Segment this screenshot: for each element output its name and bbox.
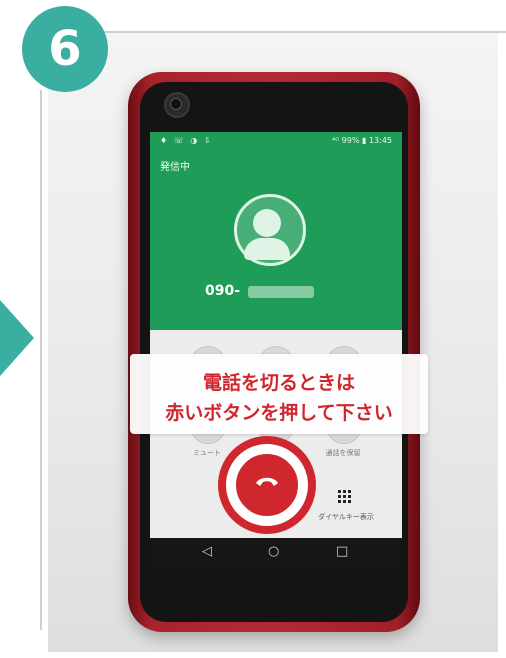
- frame-left-line: [40, 90, 42, 630]
- hold-label: 通話を保留: [325, 449, 361, 457]
- keypad-label: ダイヤルキー表示: [318, 513, 374, 521]
- step-number: 6: [48, 21, 82, 77]
- next-step-arrow: [0, 300, 34, 376]
- call-status-label: 発信中: [160, 162, 190, 173]
- instruction-line-1: 電話を切るときは: [202, 372, 355, 394]
- phone-number-redaction: [248, 286, 314, 298]
- android-nav-bar: ◁ ○ □: [150, 538, 402, 568]
- keypad-icon[interactable]: [338, 490, 352, 504]
- home-icon[interactable]: ○: [268, 544, 279, 559]
- frame-top-line: [100, 31, 506, 33]
- avatar-body: [244, 238, 290, 260]
- recent-apps-icon[interactable]: □: [336, 544, 348, 559]
- status-bar: ♦ ☏ ◑ ⇩ ⁴ᴳ 99% ▮ 13:45: [160, 136, 392, 150]
- end-call-icon: [256, 477, 278, 486]
- avatar-head: [253, 209, 281, 237]
- instruction-line-2: 赤いボタンを押して下さい: [165, 402, 393, 424]
- phone-number: 090-: [205, 283, 241, 299]
- instruction-callout: 電話を切るときは 赤いボタンを押して下さい: [130, 354, 428, 434]
- status-icons-right: ⁴ᴳ 99% ▮ 13:45: [332, 136, 392, 145]
- status-icons-left: ♦ ☏ ◑ ⇩: [160, 136, 213, 145]
- back-icon[interactable]: ◁: [202, 544, 212, 559]
- camera-lens: [170, 98, 182, 110]
- step-number-badge: 6: [22, 6, 108, 92]
